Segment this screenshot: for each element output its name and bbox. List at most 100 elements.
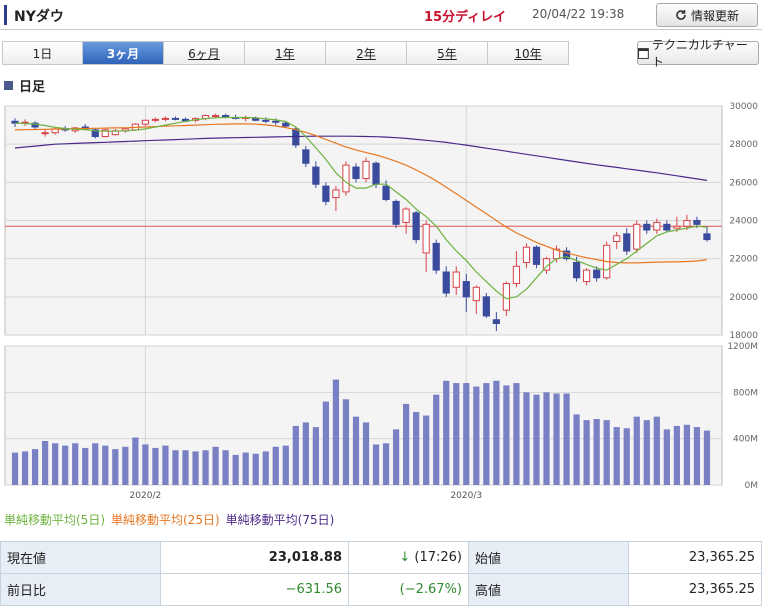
volume-bar	[192, 451, 199, 485]
quote-table: 現在値 23,018.88 ↓ (17:26) 始値 23,365.25 前日比…	[0, 541, 762, 606]
current-price-label: 現在値	[0, 541, 161, 574]
volume-bar	[21, 451, 29, 485]
volume-bar	[423, 415, 430, 485]
candle-body	[532, 246, 541, 265]
price-volume-chart: 30000 28000 26000 24000 22000 20000 180001200M…	[4, 102, 758, 500]
period-tabs: 1日 3ヶ月 6ヶ月 1年 2年 5年 10年	[2, 41, 569, 65]
candle-body	[653, 221, 661, 231]
candle-body	[683, 220, 691, 227]
candle-body	[583, 269, 591, 283]
candle-body	[352, 166, 360, 180]
candle-body	[362, 160, 370, 180]
candle-body	[633, 223, 641, 250]
volume-bar	[42, 440, 49, 485]
table-row: 前日比 −631.56 (−2.67%) 高値 23,365.25	[0, 573, 762, 606]
candle-body	[512, 265, 521, 284]
candle-body	[432, 242, 440, 271]
volume-bar	[292, 425, 299, 485]
volume-bar	[593, 418, 600, 485]
volume-bar	[483, 383, 490, 485]
volume-bar	[102, 445, 109, 485]
table-row: 現在値 23,018.88 ↓ (17:26) 始値 23,365.25	[0, 541, 762, 574]
candle-body	[452, 271, 460, 288]
candle-body	[342, 164, 350, 193]
candle-body	[322, 185, 330, 202]
volume-bar	[683, 424, 691, 485]
volume-tick-label: 400M	[733, 435, 758, 445]
legend-ma75: 単純移動平均(75日)	[225, 513, 335, 527]
legend-ma5: 単純移動平均(5日)	[4, 513, 105, 527]
open-price-value: 23,365.25	[628, 541, 762, 574]
volume-bar	[453, 383, 460, 485]
volume-tick-label: 1200M	[727, 342, 758, 352]
tab-4[interactable]: 2年	[326, 41, 407, 65]
volume-bar	[262, 451, 269, 485]
volume-bar	[523, 392, 530, 485]
price-tick-label: 28000	[729, 140, 758, 150]
volume-bar	[202, 450, 209, 485]
refresh-button[interactable]: 情報更新	[656, 3, 758, 27]
tab-label: 6ヶ月	[188, 46, 220, 61]
volume-bar	[473, 386, 480, 485]
volume-bar	[162, 445, 169, 485]
current-price-time-cell: ↓ (17:26)	[348, 541, 469, 574]
candle-body	[572, 261, 581, 279]
candle-body	[422, 223, 430, 254]
volume-bar	[72, 443, 79, 485]
candle-body	[663, 223, 671, 231]
tab-6[interactable]: 10年	[488, 41, 569, 65]
change-percent: (−2.67%)	[348, 573, 469, 606]
price-tick-label: 22000	[729, 255, 758, 265]
high-price-value: 23,365.25	[628, 573, 762, 606]
volume-bar	[392, 429, 400, 485]
candle-body	[402, 208, 410, 223]
volume-bar	[232, 454, 239, 485]
candle-body	[623, 233, 631, 252]
tab-3[interactable]: 1年	[245, 41, 326, 65]
candle-body	[643, 223, 651, 231]
tab-0[interactable]: 1日	[2, 41, 83, 65]
technical-chart-label: テクニカルチャート	[651, 38, 748, 69]
candle-body	[472, 286, 480, 302]
candle-body	[442, 271, 450, 294]
volume-bar	[302, 422, 309, 485]
price-tick-label: 26000	[729, 178, 758, 188]
tab-label: 3ヶ月	[106, 46, 140, 61]
candle-body	[272, 120, 280, 123]
volume-bar	[643, 420, 650, 485]
volume-bar	[272, 446, 279, 485]
candle-body	[703, 233, 711, 241]
tab-2[interactable]: 6ヶ月	[164, 41, 245, 65]
index-title: NYダウ	[14, 9, 64, 25]
x-tick-label: 2020/2	[130, 491, 162, 500]
volume-bar	[613, 427, 620, 485]
window-icon	[638, 47, 649, 59]
volume-bar	[142, 444, 149, 485]
volume-bar	[382, 443, 390, 485]
candle-body	[151, 118, 160, 121]
volume-bar	[573, 414, 580, 485]
volume-tick-label: 800M	[733, 388, 758, 398]
volume-bar	[633, 416, 640, 485]
candle-body	[462, 281, 470, 298]
candle-body	[482, 296, 490, 317]
tab-label: 1日	[32, 46, 53, 61]
volume-bar	[623, 428, 630, 485]
volume-bar	[663, 429, 670, 485]
tab-1[interactable]: 3ヶ月	[83, 41, 164, 65]
volume-bar	[352, 416, 360, 485]
refresh-label: 情報更新	[690, 8, 739, 23]
candle-body	[252, 117, 260, 121]
candle-body	[302, 149, 310, 164]
candle-body	[332, 189, 340, 199]
candle-body	[211, 115, 220, 118]
tab-5[interactable]: 5年	[407, 41, 488, 65]
volume-bar	[543, 392, 550, 485]
volume-bar	[673, 425, 680, 485]
tab-label: 2年	[356, 46, 376, 61]
down-arrow-icon: ↓	[399, 550, 411, 565]
technical-chart-button[interactable]: テクニカルチャート	[637, 38, 759, 69]
volume-bar	[503, 385, 510, 485]
volume-bar	[513, 383, 520, 485]
volume-bar	[433, 394, 440, 485]
